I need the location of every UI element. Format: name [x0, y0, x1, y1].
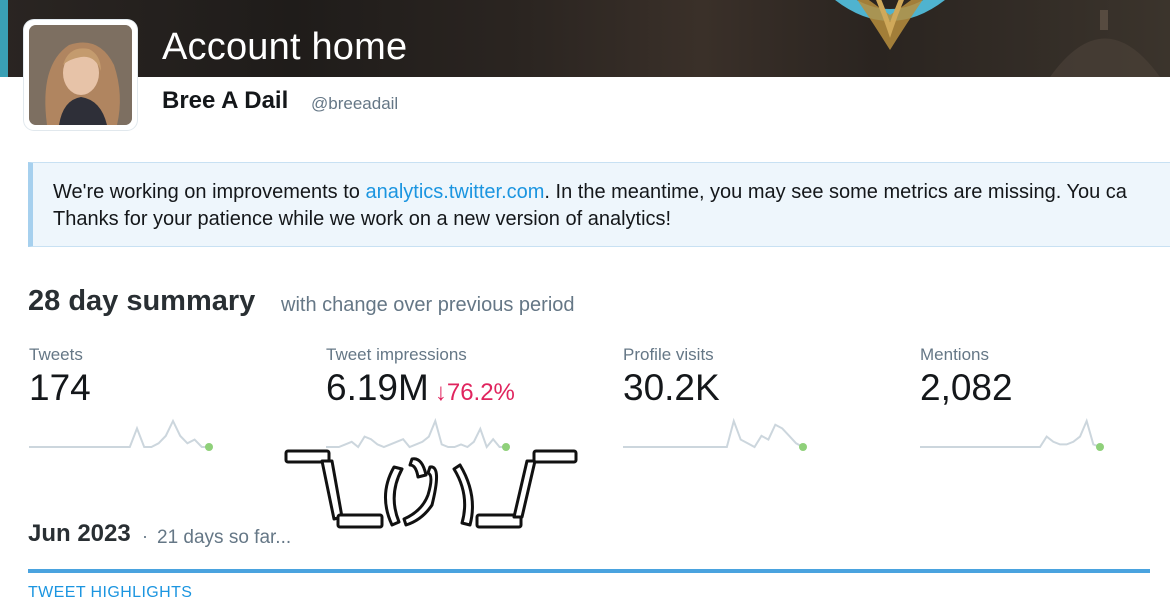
- sparkline: [623, 417, 807, 451]
- arrow-down-icon: ↓: [434, 379, 447, 406]
- metric-value: 6.19M ↓76.2%: [326, 367, 515, 409]
- sparkline-line: [29, 418, 209, 448]
- summary-title: 28 day summary: [28, 285, 256, 317]
- metric-change: ↓76.2%: [435, 379, 515, 406]
- section-divider: [28, 569, 1150, 573]
- metric-change-value: 76.2%: [446, 379, 515, 406]
- metric-value-text: 2,082: [920, 367, 1013, 408]
- sparkline-end-dot: [799, 443, 807, 451]
- sparkline-line: [920, 418, 1101, 448]
- metric-value-text: 6.19M: [326, 367, 429, 408]
- sparkline-line: [326, 417, 506, 450]
- banner-dome-icon: [1050, 10, 1160, 77]
- metric-value: 2,082: [920, 367, 1013, 409]
- sparkline-line: [623, 417, 804, 449]
- month-subtitle: 21 days so far...: [157, 527, 292, 548]
- metric-profile-visits: Profile visits 30.2K: [623, 345, 893, 460]
- shrug-kaomoji-drawing: [284, 449, 578, 529]
- metric-value: 30.2K: [623, 367, 720, 409]
- metric-tweet-impressions: Tweet impressions 6.19M ↓76.2%: [326, 345, 596, 460]
- banner-emblem-icon: [835, 0, 945, 50]
- sparkline-end-dot: [1096, 443, 1104, 451]
- metric-mentions: Mentions 2,082: [920, 345, 1170, 460]
- month-title: Jun 2023: [28, 520, 131, 547]
- page-title: Account home: [162, 26, 408, 68]
- metric-label: Profile visits: [623, 345, 714, 364]
- metric-label: Mentions: [920, 345, 989, 364]
- analytics-notice: We're working on improvements to analyti…: [28, 162, 1170, 247]
- user-handle[interactable]: @breeadail: [311, 94, 398, 114]
- metric-tweets: Tweets 174: [29, 345, 299, 460]
- sparkline: [29, 418, 213, 451]
- metric-value-text: 30.2K: [623, 367, 720, 408]
- avatar[interactable]: [24, 20, 137, 130]
- notice-text-before: We're working on improvements to: [53, 181, 366, 203]
- tab-tweet-highlights[interactable]: TWEET HIGHLIGHTS: [28, 584, 192, 599]
- banner-accent: [0, 0, 8, 77]
- month-separator: ·: [142, 526, 148, 546]
- avatar-photo: [29, 25, 132, 125]
- summary-subtitle: with change over previous period: [281, 294, 575, 316]
- notice-text-after: . In the meantime, you may see some metr…: [544, 181, 1127, 203]
- sparkline-end-dot: [205, 443, 213, 451]
- metric-value: 174: [29, 367, 91, 409]
- analytics-link[interactable]: analytics.twitter.com: [365, 181, 544, 203]
- sparkline: [920, 418, 1104, 451]
- user-name[interactable]: Bree A Dail: [162, 87, 288, 115]
- metric-label: Tweets: [29, 345, 83, 364]
- metric-value-text: 174: [29, 367, 91, 408]
- metric-label: Tweet impressions: [326, 345, 467, 364]
- notice-line-1: We're working on improvements to analyti…: [53, 181, 1127, 204]
- notice-line-2: Thanks for your patience while we work o…: [53, 208, 672, 230]
